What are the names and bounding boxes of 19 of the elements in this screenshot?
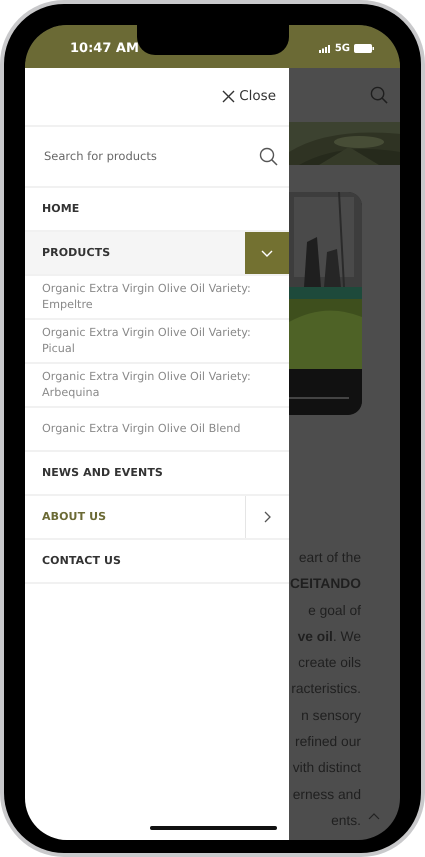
status-time: 10:47 AM [70,40,139,58]
submenu-link[interactable]: Organic Extra Virgin Olive Oil Variety: Empeltre [42,280,281,314]
close-icon [222,90,236,103]
expand-toggle[interactable] [245,232,289,274]
battery-icon [354,44,374,53]
submenu-link[interactable]: Organic Extra Virgin Olive Oil Variety: Picual [42,324,281,358]
chevron-right-icon [264,511,271,523]
search-icon[interactable] [259,147,278,166]
submenu-link[interactable]: Organic Extra Virgin Olive Oil Blend [42,420,240,438]
menu-link[interactable]: CONTACT US [25,540,289,582]
menu-link[interactable]: HOME [25,188,289,230]
scroll-up-icon[interactable] [368,813,380,820]
menu-link[interactable]: ABOUT US [25,496,245,538]
close-button[interactable]: Close [222,86,276,107]
submenu-link[interactable]: Organic Extra Virgin Olive Oil Variety: Arbequina [42,368,281,402]
network-label: 5G [334,42,350,56]
chevron-down-icon [261,250,273,256]
signal-icon [318,44,331,52]
menu-link[interactable]: NEWS AND EVENTS [25,452,289,494]
